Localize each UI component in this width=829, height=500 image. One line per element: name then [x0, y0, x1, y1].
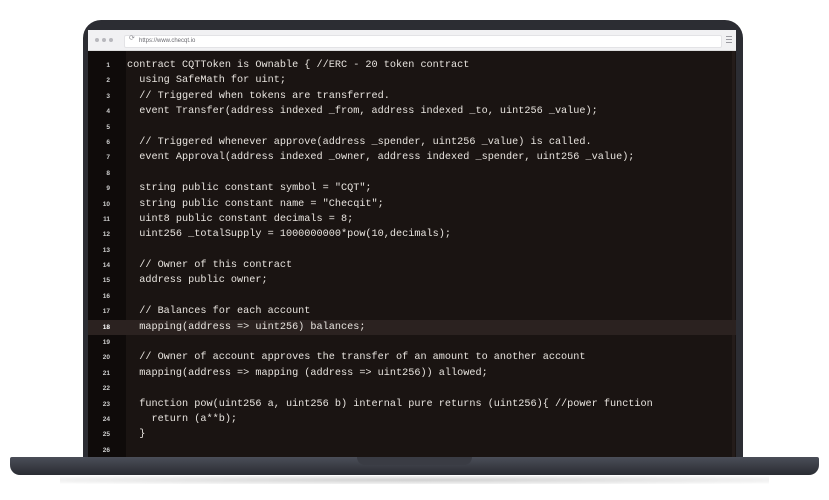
window-dot-icon[interactable] [109, 38, 113, 42]
line-number: 12 [102, 231, 110, 239]
line-number: 14 [102, 262, 110, 270]
line-number: 25 [102, 431, 110, 439]
line-number: 2 [106, 77, 110, 85]
code-text: // Owner of account approves the transfe… [127, 352, 586, 364]
code-line[interactable]: 8 [88, 166, 736, 181]
code-line[interactable]: 14 // Owner of this contract [88, 258, 736, 273]
code-line[interactable]: 23 function pow(uint256 a, uint256 b) in… [88, 397, 736, 412]
code-line[interactable]: 26 [88, 443, 736, 457]
line-number: 18 [102, 323, 110, 331]
line-number: 10 [102, 200, 110, 208]
line-number: 19 [102, 339, 110, 347]
code-text: function pow(uint256 a, uint256 b) inter… [127, 398, 653, 410]
code-line[interactable]: 24 return (a**b); [88, 412, 736, 427]
code-line[interactable]: 13 [88, 243, 736, 258]
line-number: 15 [102, 277, 110, 285]
code-line[interactable]: 12 uint256 _totalSupply = 1000000000*pow… [88, 227, 736, 242]
window-dot-icon[interactable] [102, 38, 106, 42]
window-controls [95, 38, 113, 42]
address-bar[interactable]: ⟳ https://www.checqt.io [124, 35, 722, 48]
code-text: } [127, 429, 146, 441]
window-dot-icon[interactable] [95, 38, 99, 42]
line-number: 20 [102, 354, 110, 362]
code-text: event Transfer(address indexed _from, ad… [127, 106, 598, 118]
line-number: 5 [106, 123, 110, 131]
code-line[interactable]: 3 // Triggered when tokens are transferr… [88, 89, 736, 104]
code-text: using SafeMath for uint; [127, 75, 286, 87]
line-number: 21 [102, 369, 110, 377]
code-line[interactable]: 18 mapping(address => uint256) balances; [88, 319, 736, 336]
code-line[interactable]: 17 // Balances for each account [88, 304, 736, 319]
line-number: 24 [102, 415, 110, 423]
code-text: uint8 public constant decimals = 8; [127, 213, 354, 225]
line-number: 1 [106, 62, 110, 69]
code-line[interactable]: 25 } [88, 427, 736, 442]
code-text: // Owner of this contract [127, 260, 293, 272]
line-number: 17 [102, 308, 110, 316]
code-line[interactable]: 22 [88, 381, 736, 396]
code-text: return (a**b); [127, 413, 238, 425]
code-line[interactable]: 19 [88, 335, 736, 350]
laptop-base-notch [357, 457, 472, 465]
reload-icon[interactable]: ⟳ [129, 34, 135, 42]
line-number: 6 [106, 138, 110, 146]
line-number: 9 [106, 185, 110, 193]
code-line[interactable]: 5 [88, 120, 736, 135]
line-number: 16 [102, 292, 110, 300]
code-text: uint256 _totalSupply = 1000000000*pow(10… [127, 229, 452, 241]
code-text: contract CQTToken is Ownable { //ERC - 2… [127, 60, 470, 71]
laptop-screen: ⟳ https://www.checqt.io 1 contract CQTTok… [88, 30, 736, 457]
code-text: // Balances for each account [127, 306, 311, 318]
code-line[interactable]: 6 // Triggered whenever approve(address … [88, 135, 736, 150]
code-line[interactable]: 20 // Owner of account approves the tran… [88, 350, 736, 365]
code-text: string public constant name = "Checqit"; [127, 198, 384, 210]
code-text: mapping(address => mapping (address => u… [127, 367, 488, 379]
code-line[interactable]: 7 event Approval(address indexed _owner,… [88, 150, 736, 165]
browser-toolbar: ⟳ https://www.checqt.io [88, 30, 736, 51]
laptop-shadow [60, 476, 769, 484]
code-text: string public constant symbol = "CQT"; [127, 183, 372, 195]
line-number: 3 [106, 92, 110, 100]
code-line[interactable]: 2 using SafeMath for uint; [88, 73, 736, 88]
address-bar-url: https://www.checqt.io [139, 38, 196, 44]
code-text: // Triggered whenever approve(address _s… [127, 136, 592, 148]
line-number: 26 [102, 446, 110, 454]
code-text: event Approval(address indexed _owner, a… [127, 152, 635, 164]
code-line[interactable]: 11 uint8 public constant decimals = 8; [88, 212, 736, 227]
line-number: 11 [103, 215, 110, 223]
code-line[interactable]: 21 mapping(address => mapping (address =… [88, 366, 736, 381]
line-number: 23 [102, 400, 110, 408]
code-line[interactable]: 4 event Transfer(address indexed _from, … [88, 104, 736, 119]
line-number: 4 [106, 108, 110, 116]
hamburger-menu-icon[interactable] [726, 36, 732, 43]
line-number: 7 [106, 154, 110, 162]
code-line[interactable]: 10 string public constant name = "Checqi… [88, 197, 736, 212]
code-text: // Triggered when tokens are transferred… [127, 90, 390, 102]
line-number: 13 [102, 246, 110, 254]
line-number: 22 [102, 385, 110, 393]
code-editor[interactable]: 1 contract CQTToken is Ownable { //ERC - … [88, 58, 736, 457]
code-line[interactable]: 1 contract CQTToken is Ownable { //ERC - … [88, 58, 736, 73]
code-text: address public owner; [127, 275, 268, 287]
code-line[interactable]: 9 string public constant symbol = "CQT"; [88, 181, 736, 196]
code-line[interactable]: 15 address public owner; [88, 273, 736, 288]
line-number: 8 [106, 169, 110, 177]
code-line[interactable]: 16 [88, 289, 736, 304]
code-text: mapping(address => uint256) balances; [127, 321, 366, 333]
